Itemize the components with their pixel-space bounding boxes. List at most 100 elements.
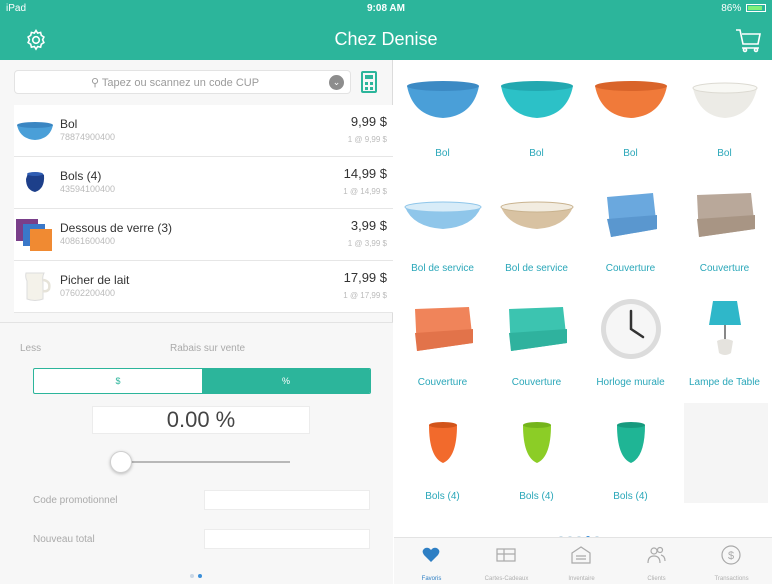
cart-list: Bol 78874900400 9,99 $ 1 @ 9,99 $ Bols (…	[14, 105, 393, 313]
less-label: Less	[20, 343, 42, 354]
page-dot[interactable]	[190, 574, 194, 578]
product-label: Bol	[435, 148, 450, 159]
chevron-down-icon[interactable]: ⌄	[329, 75, 344, 90]
tab-label: Transactions	[714, 576, 749, 582]
product-label: Bols (4)	[425, 491, 460, 502]
item-sku: 07602200400	[60, 288, 116, 298]
search-placeholder: ⚲ Tapez ou scannez un code CUP	[91, 76, 259, 89]
bowls-green-icon	[490, 403, 583, 483]
item-price: 14,99 $	[343, 166, 387, 181]
app-header: Chez Denise	[0, 18, 772, 60]
empty-tile[interactable]	[684, 403, 768, 503]
bowls-orange-icon	[396, 403, 489, 483]
product-tile[interactable]: Bols (4)	[584, 403, 677, 515]
discount-type-toggle: $ %	[33, 368, 371, 394]
tab-inventaire[interactable]: Inventaire	[544, 538, 619, 584]
product-tile[interactable]: Bol de service	[396, 175, 489, 287]
product-tile[interactable]: Couverture	[490, 289, 583, 401]
product-label: Bol	[529, 148, 544, 159]
cart-icon[interactable]	[734, 26, 762, 54]
item-name: Bol	[60, 117, 78, 131]
page-dot-active[interactable]	[198, 574, 202, 578]
discount-slider-handle[interactable]	[110, 451, 132, 473]
clock: 9:08 AM	[367, 3, 405, 14]
gift-card-icon	[495, 544, 517, 566]
dollar-option[interactable]: $	[34, 369, 202, 393]
search-input[interactable]: ⚲ Tapez ou scannez un code CUP ⌄	[14, 70, 351, 94]
product-tile[interactable]: Bol	[678, 60, 771, 172]
product-label: Horloge murale	[596, 377, 665, 388]
new-total-field[interactable]	[204, 529, 370, 549]
inventory-icon	[570, 544, 592, 566]
product-label: Bols (4)	[519, 491, 554, 502]
item-name: Bols (4)	[60, 169, 102, 183]
tab-transactions[interactable]: $ Transactions	[694, 538, 769, 584]
product-tile[interactable]: Couverture	[678, 175, 771, 287]
item-price: 17,99 $	[343, 270, 387, 285]
calculator-icon[interactable]	[361, 71, 377, 93]
battery-icon	[746, 4, 766, 13]
tab-label: Inventaire	[568, 576, 595, 582]
product-tile[interactable]: Bol de service	[490, 175, 583, 287]
tab-label: Cartes-Cadeaux	[484, 576, 529, 582]
sale-panel: ⚲ Tapez ou scannez un code CUP ⌄ Bol 788…	[0, 60, 393, 584]
cart-item[interactable]: Bols (4) 43594100400 14,99 $ 1 @ 14,99 $	[14, 157, 393, 209]
promo-code-field[interactable]	[204, 490, 370, 510]
svg-text:$: $	[728, 550, 734, 562]
product-label: Couverture	[417, 377, 468, 388]
bowl-thumbnail	[16, 111, 54, 149]
clients-icon	[645, 544, 667, 566]
item-sku: 40861600400	[60, 236, 116, 246]
product-tile[interactable]: Bol	[584, 60, 677, 172]
battery-indicator: 86%	[721, 3, 766, 14]
product-tile[interactable]: Bols (4)	[396, 403, 489, 515]
blanket-blue-icon	[584, 175, 677, 255]
bowls-teal-icon	[584, 403, 677, 483]
product-label: Bols (4)	[613, 491, 648, 502]
page-indicator	[190, 565, 206, 583]
blanket-beige-icon	[678, 175, 771, 255]
cart-item[interactable]: Bol 78874900400 9,99 $ 1 @ 9,99 $	[14, 105, 393, 157]
product-tile[interactable]: Couverture	[584, 175, 677, 287]
tab-clients[interactable]: Clients	[619, 538, 694, 584]
discount-amount-field[interactable]: 0.00 %	[92, 406, 310, 434]
coasters-thumbnail	[16, 215, 54, 253]
item-unit-price: 1 @ 17,99 $	[343, 291, 387, 300]
product-label: Couverture	[511, 377, 562, 388]
bowl-blue-icon	[396, 60, 489, 140]
item-name: Dessous de verre (3)	[60, 221, 173, 235]
item-price: 9,99 $	[350, 114, 387, 129]
page-title: Chez Denise	[334, 29, 438, 49]
item-unit-price: 1 @ 9,99 $	[347, 135, 387, 144]
cart-item[interactable]: Dessous de verre (3) 40861600400 3,99 $ …	[14, 209, 393, 261]
product-tile[interactable]: Horloge murale	[584, 289, 677, 401]
tab-cartes-cadeaux[interactable]: Cartes-Cadeaux	[469, 538, 544, 584]
percent-option[interactable]: %	[202, 369, 370, 393]
product-tile[interactable]: Couverture	[396, 289, 489, 401]
product-label: Couverture	[699, 263, 750, 274]
blanket-teal-icon	[490, 289, 583, 369]
bowl-white-icon	[678, 60, 771, 140]
tab-bar: Favoris Cartes-Cadeaux Inventaire Client…	[394, 537, 772, 584]
tab-favoris[interactable]: Favoris	[394, 538, 469, 584]
item-price: 3,99 $	[350, 218, 387, 233]
product-tile[interactable]: Bol	[396, 60, 489, 172]
product-tile[interactable]: Bols (4)	[490, 403, 583, 515]
discount-slider-track[interactable]	[120, 461, 290, 463]
status-bar: iPad 9:08 AM 86%	[0, 0, 772, 18]
bowl-orange-icon	[584, 60, 677, 140]
product-tile[interactable]: Lampe de Table	[678, 289, 771, 401]
item-sku: 78874900400	[60, 132, 116, 142]
item-unit-price: 1 @ 14,99 $	[343, 187, 387, 196]
cart-item[interactable]: Picher de lait 07602200400 17,99 $ 1 @ 1…	[14, 261, 393, 313]
blanket-orange-icon	[396, 289, 489, 369]
product-label: Lampe de Table	[689, 377, 760, 388]
product-tile[interactable]: Bol	[490, 60, 583, 172]
item-sku: 43594100400	[60, 184, 116, 194]
product-label: Bol	[717, 148, 732, 159]
heart-icon	[420, 544, 442, 566]
bowl-teal-icon	[490, 60, 583, 140]
wall-clock-icon	[584, 289, 677, 369]
product-label: Bol	[623, 148, 638, 159]
product-label: Bol de service	[411, 263, 474, 274]
